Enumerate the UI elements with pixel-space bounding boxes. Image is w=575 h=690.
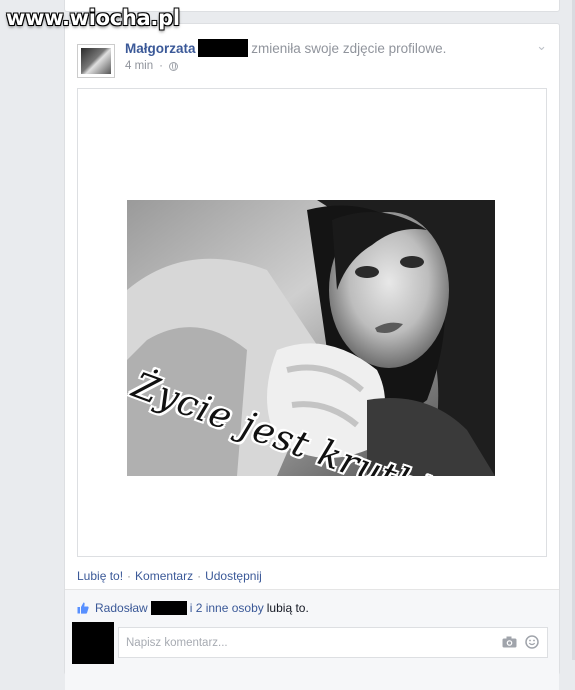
comment-input[interactable]: Napisz komentarz... [118, 627, 548, 658]
share-link[interactable]: Udostępnij [205, 569, 262, 583]
smiley-icon[interactable] [525, 635, 539, 649]
post-photo-frame[interactable]: Życie jest krutkie... [77, 88, 547, 557]
redacted-liker-surname [150, 601, 187, 615]
post-header: Małgorzata zmieniła swoje zdjęcie profil… [125, 39, 446, 57]
liker-name-link[interactable]: Radosław [95, 601, 148, 615]
like-link[interactable]: Lubię to! [77, 569, 123, 583]
chevron-down-icon[interactable]: ⌄ [536, 38, 547, 54]
action-separator: · [197, 569, 202, 583]
thumbs-up-icon [77, 602, 89, 614]
camera-icon[interactable] [502, 636, 517, 648]
author-avatar[interactable] [77, 44, 115, 78]
post-timestamp[interactable]: 4 min [125, 60, 153, 72]
likes-summary: Radosław i 2 inne osoby lubią to. [77, 601, 309, 615]
other-likers-link[interactable]: i 2 inne osoby [190, 601, 264, 615]
post-actions: Lubię to! · Komentarz · Udostępnij [77, 569, 262, 583]
likes-and-comments-section: Radosław i 2 inne osoby lubią to. Napisz… [65, 589, 559, 690]
post-card: Małgorzata zmieniła swoje zdjęcie profil… [64, 23, 560, 690]
watermark-logo: www.wiocha.pl [6, 6, 180, 30]
author-name-link[interactable]: Małgorzata [125, 41, 196, 56]
comment-placeholder: Napisz komentarz... [126, 637, 228, 649]
post-action-text: zmieniła swoje zdjęcie profilowe. [251, 41, 447, 56]
comment-link[interactable]: Komentarz [135, 569, 193, 583]
post-meta: 4 min · [125, 60, 178, 72]
profile-photo[interactable]: Życie jest krutkie... [127, 200, 495, 476]
author-avatar-image [81, 48, 111, 74]
globe-icon[interactable] [168, 61, 178, 71]
action-separator: · [127, 569, 132, 583]
commenter-avatar [72, 622, 114, 664]
likes-suffix: lubią to. [266, 601, 309, 615]
redacted-surname [197, 39, 248, 57]
